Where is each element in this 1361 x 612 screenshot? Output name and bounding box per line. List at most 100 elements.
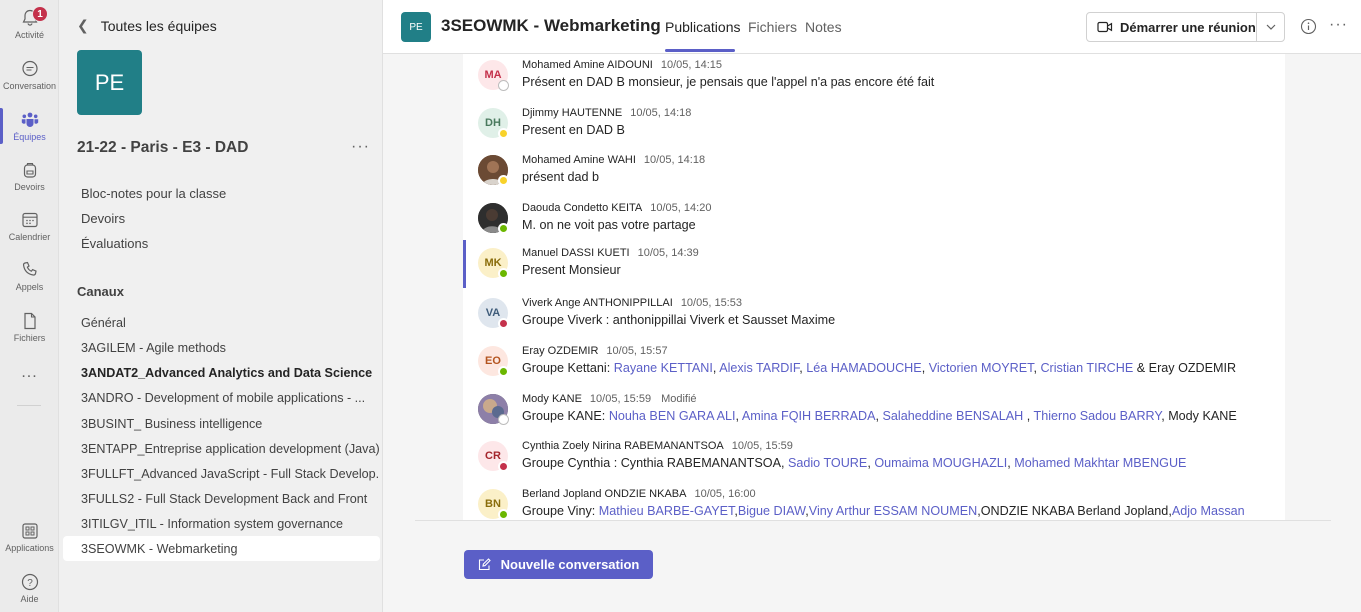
message-author[interactable]: Mohamed Amine WAHI (522, 154, 636, 166)
mention[interactable]: Cristian TIRCHE (1040, 361, 1133, 375)
message-item[interactable]: EO Eray OZDEMIR 10/05, 15:57 Groupe Ketta… (463, 342, 1285, 389)
rail-conversation[interactable]: Conversation (0, 54, 59, 104)
message-item[interactable]: Daouda Condetto KEITA 10/05, 14:20 M. on … (463, 199, 1285, 246)
link-class-notebook[interactable]: Bloc-notes pour la classe (81, 186, 226, 201)
compose-icon (478, 558, 491, 571)
rail-activity-label: Activité (14, 30, 44, 40)
mention[interactable]: Léa HAMADOUCHE (806, 361, 921, 375)
start-meeting-button[interactable]: Démarrer une réunion (1086, 12, 1285, 42)
edited-label: Modifié (661, 393, 697, 405)
channel-3fulls2[interactable]: 3FULLS2 - Full Stack Development Back an… (63, 486, 380, 511)
message-author[interactable]: Daouda Condetto KEITA (522, 202, 642, 214)
channel-3andat2[interactable]: 3ANDAT2_Advanced Analytics and Data Scie… (63, 360, 380, 385)
meeting-options-dropdown[interactable] (1256, 13, 1284, 41)
presence-busy-icon (498, 318, 509, 329)
message-item-highlighted[interactable]: MK Manuel DASSI KUETI 10/05, 14:39 Presen… (463, 240, 1285, 288)
message-author[interactable]: Cynthia Zoely Nirina RABEMANANTSOA (522, 440, 724, 452)
message-item[interactable]: CR Cynthia Zoely Nirina RABEMANANTSOA 10/… (463, 437, 1285, 484)
message-text: Groupe Viverk : anthonippillai Viverk et… (522, 313, 836, 327)
mention[interactable]: Viny Arthur ESSAM NOUMEN (809, 504, 977, 518)
channel-3andro[interactable]: 3ANDRO - Development of mobile applicati… (63, 385, 380, 410)
app-rail: 1 Activité Conversation Équipes Devoirs … (0, 0, 59, 612)
mention[interactable]: Victorien MOYRET (929, 361, 1034, 375)
rail-calendar[interactable]: Calendrier (0, 205, 59, 255)
message-text: Groupe Viny: Mathieu BARBE-GAYET,Bigue D… (522, 504, 1245, 518)
link-grades[interactable]: Évaluations (81, 236, 148, 251)
message-text: présent dad b (522, 170, 600, 184)
chat-icon (21, 60, 38, 77)
message-author[interactable]: Berland Jopland ONDZIE NKABA (522, 488, 686, 500)
rail-activity[interactable]: 1 Activité (0, 3, 59, 53)
rail-calls-label: Appels (15, 282, 44, 292)
start-meeting-main[interactable]: Démarrer une réunion (1087, 13, 1256, 41)
message-author[interactable]: Mody KANE (522, 393, 582, 405)
message-item[interactable]: DH Djimmy HAUTENNE 10/05, 14:18 Present e… (463, 104, 1285, 151)
mention[interactable]: Sadio TOURE (788, 456, 867, 470)
message-item[interactable]: Mohamed Amine WAHI 10/05, 14:18 présent d… (463, 151, 1285, 198)
mention[interactable]: Rayane KETTANI (614, 361, 713, 375)
tab-notes[interactable]: Notes (805, 19, 842, 35)
message-item[interactable]: MA Mohamed Amine AIDOUNI 10/05, 14:15 Pré… (463, 56, 1285, 103)
message-text: Groupe Kettani: Rayane KETTANI, Alexis T… (522, 361, 1237, 375)
mention[interactable]: Oumaima MOUGHAZLI (874, 456, 1007, 470)
message-text-prefix: Groupe KANE: (522, 409, 609, 423)
message-time: 10/05, 16:00 (694, 488, 756, 500)
message-text-suffix: & Eray OZDEMIR (1136, 361, 1237, 375)
rail-assignments[interactable]: Devoirs (0, 155, 59, 205)
mention[interactable]: Adjo Massan (1172, 504, 1245, 518)
rail-teams[interactable]: Équipes (0, 105, 59, 155)
rail-help-label: Aide (20, 594, 39, 604)
help-icon: ? (21, 573, 38, 591)
tab-files[interactable]: Fichiers (748, 19, 797, 35)
rail-help[interactable]: ? Aide (0, 567, 59, 612)
mention[interactable]: Nouha BEN GARA ALI (609, 409, 736, 423)
team-more-options[interactable]: ··· (351, 138, 370, 156)
message-author[interactable]: Mohamed Amine AIDOUNI (522, 59, 653, 71)
message-author[interactable]: Manuel DASSI KUETI (522, 247, 630, 259)
rail-apps[interactable]: Applications (0, 516, 59, 566)
message-list[interactable]: MA Mohamed Amine AIDOUNI 10/05, 14:15 Pré… (463, 54, 1285, 520)
mention[interactable]: Amina FQIH BERRADA (742, 409, 876, 423)
message-time: 10/05, 14:18 (643, 154, 706, 166)
message-item[interactable]: BN Berland Jopland ONDZIE NKABA 10/05, 16… (463, 485, 1285, 520)
tab-publications[interactable]: Publications (665, 19, 741, 35)
rail-files[interactable]: Fichiers (0, 306, 59, 356)
channel-3fullft[interactable]: 3FULLFT_Advanced JavaScript - Full Stack… (63, 461, 380, 486)
message-author[interactable]: Djimmy HAUTENNE (522, 107, 622, 119)
message-text-prefix: Groupe Kettani: (522, 361, 614, 375)
channel-3seowmk[interactable]: 3SEOWMK - Webmarketing (63, 536, 380, 561)
mention[interactable]: Alexis TARDIF (719, 361, 799, 375)
mention[interactable]: Mohamed Makhtar MBENGUE (1014, 456, 1186, 470)
message-time: 10/05, 15:59 (589, 393, 652, 405)
rail-calls[interactable]: Appels (0, 255, 59, 305)
team-avatar[interactable]: PE (77, 50, 142, 115)
message-item[interactable]: Mody KANE 10/05, 15:59 Modifié Groupe KANE… (463, 390, 1285, 437)
link-assignments[interactable]: Devoirs (81, 211, 125, 226)
message-header: Manuel DASSI KUETI 10/05, 14:39 (522, 247, 709, 259)
team-panel: ❮ Toutes les équipes PE 21-22 - Paris - … (59, 0, 383, 612)
channels-heading: Canaux (77, 284, 124, 299)
message-time: 10/05, 14:18 (630, 107, 692, 119)
mention[interactable]: Thierno Sadou BARRY (1034, 409, 1162, 423)
back-to-all-teams[interactable]: ❮ Toutes les équipes (77, 17, 217, 34)
channel-3agilem[interactable]: 3AGILEM - Agile methods (63, 335, 380, 360)
channel-3busint[interactable]: 3BUSINT_ Business intelligence (63, 411, 380, 436)
message-header: Viverk Ange ANTHONIPPILLAI 10/05, 15:53 (522, 297, 752, 309)
header-more-options[interactable]: ··· (1329, 16, 1348, 34)
channel-3entapp[interactable]: 3ENTAPP_Entreprise application developme… (63, 436, 380, 461)
info-icon[interactable] (1300, 18, 1317, 38)
new-conversation-button[interactable]: Nouvelle conversation (464, 550, 653, 579)
mention[interactable]: Salaheddine BENSALAH (883, 409, 1024, 423)
message-header: Eray OZDEMIR 10/05, 15:57 (522, 345, 678, 357)
rail-teams-label: Équipes (13, 132, 46, 142)
mention[interactable]: Bigue DIAW (738, 504, 805, 518)
channel-3itilgv[interactable]: 3ITILGV_ITIL - Information system govern… (63, 511, 380, 536)
new-conversation-label: Nouvelle conversation (500, 557, 640, 572)
message-text-middle: ONDZIE NKABA Berland Jopland, (980, 504, 1172, 518)
mention[interactable]: Mathieu BARBE-GAYET (599, 504, 735, 518)
channel-general[interactable]: Général (63, 310, 380, 335)
message-item[interactable]: VA Viverk Ange ANTHONIPPILLAI 10/05, 15:5… (463, 294, 1285, 341)
message-author[interactable]: Viverk Ange ANTHONIPPILLAI (522, 297, 673, 309)
rail-more[interactable]: ... (0, 364, 59, 390)
message-author[interactable]: Eray OZDEMIR (522, 345, 598, 357)
